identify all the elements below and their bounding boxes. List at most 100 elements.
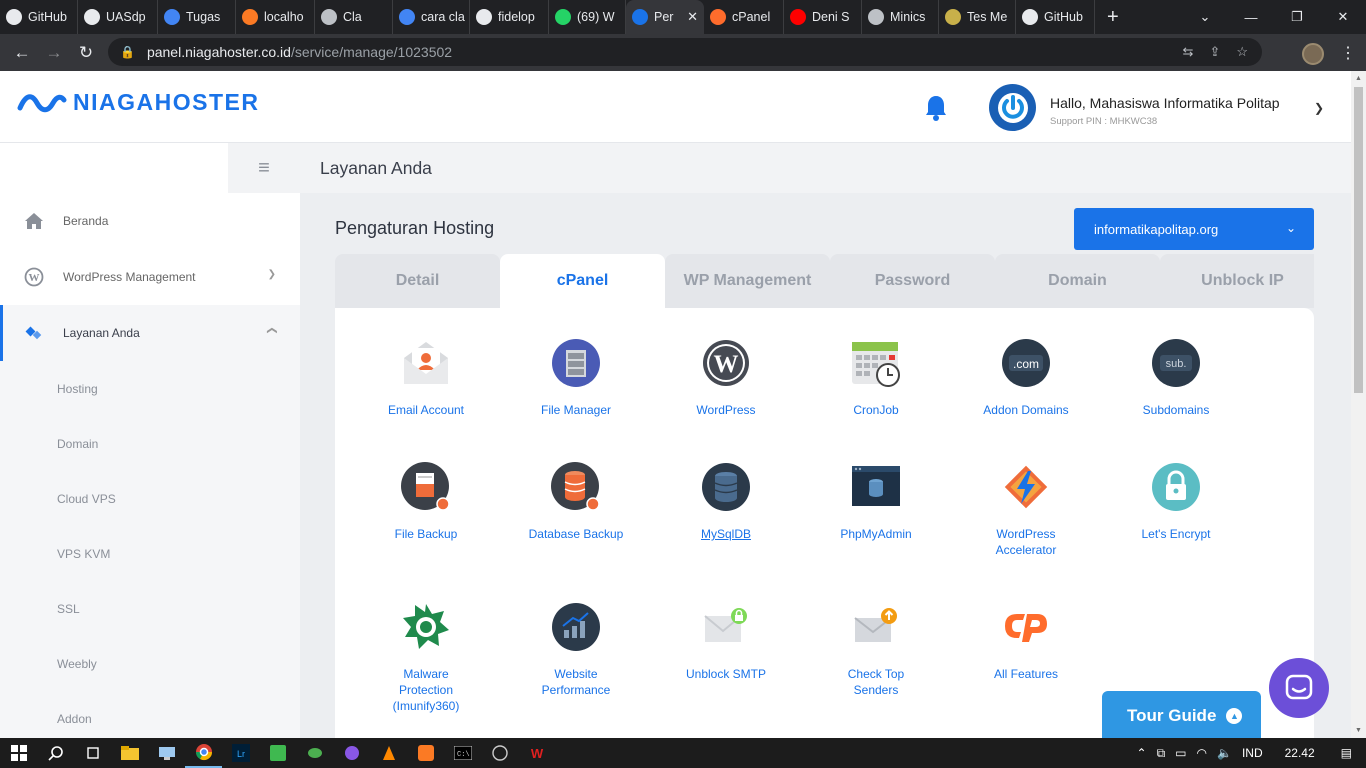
- sidebar-subitem-ssl[interactable]: SSL: [0, 581, 300, 636]
- browser-tab[interactable]: Per ✕: [626, 0, 704, 34]
- tab-search-icon[interactable]: ⌄: [1182, 0, 1228, 34]
- show-hidden-icons-icon[interactable]: ⌃: [1137, 746, 1147, 760]
- feature-label: WordPress Accelerator: [995, 527, 1057, 557]
- search-icon[interactable]: [37, 738, 74, 768]
- chevron-down-icon: ⌄: [1285, 221, 1296, 235]
- profile-avatar[interactable]: [1302, 43, 1324, 65]
- browser-tab[interactable]: fidelop: [470, 0, 549, 34]
- user-avatar[interactable]: [989, 84, 1036, 131]
- feature-let-s-encrypt[interactable]: Let's Encrypt: [1101, 462, 1251, 542]
- sidebar-subitem-weebly[interactable]: Weebly: [0, 636, 300, 691]
- niagahoster-logo[interactable]: NIAGAHOSTER: [17, 89, 259, 116]
- close-window-button[interactable]: ✕: [1320, 0, 1366, 34]
- scrollbar-thumb[interactable]: [1354, 87, 1363, 393]
- browser-tab[interactable]: Deni S: [784, 0, 862, 34]
- browser-globe-icon[interactable]: [481, 738, 518, 768]
- reload-button[interactable]: ↻: [70, 43, 102, 63]
- forward-button[interactable]: →: [38, 43, 70, 63]
- browser-tab[interactable]: (69) W: [549, 0, 626, 34]
- bookmark-star-icon[interactable]: ☆: [1236, 44, 1248, 60]
- browser-menu-icon[interactable]: ⋮: [1340, 43, 1356, 63]
- whatsapp-icon: [555, 9, 571, 25]
- feature-website-performance[interactable]: Website Performance: [501, 602, 651, 698]
- browser-tab[interactable]: Tugas: [158, 0, 236, 34]
- sidebar-subitem-domain[interactable]: Domain: [0, 416, 300, 471]
- file-explorer-icon[interactable]: [111, 738, 148, 768]
- computer-icon[interactable]: [148, 738, 185, 768]
- battery-icon[interactable]: ▭: [1175, 746, 1186, 760]
- translate-icon[interactable]: ⇆: [1183, 44, 1194, 60]
- close-tab-icon[interactable]: ✕: [681, 9, 698, 25]
- feature-subdomains[interactable]: sub. Subdomains: [1101, 338, 1251, 418]
- feature-check-top-senders[interactable]: Check Top Senders: [801, 602, 951, 698]
- sidebar-item-layanan-anda[interactable]: Layanan Anda ❯: [0, 305, 300, 361]
- chat-widget-button[interactable]: [1269, 658, 1329, 718]
- clock[interactable]: 22.42: [1285, 746, 1315, 760]
- browser-tab[interactable]: GitHub: [0, 0, 78, 34]
- feature-file-manager[interactable]: File Manager: [501, 338, 651, 418]
- sidebar-item-beranda[interactable]: Beranda: [0, 193, 300, 249]
- feature-email-account[interactable]: Email Account: [351, 338, 501, 418]
- wifi-icon[interactable]: ◠: [1197, 746, 1207, 760]
- task-view-icon[interactable]: [74, 738, 111, 768]
- app-icon[interactable]: [296, 738, 333, 768]
- terminal-icon[interactable]: C:\: [444, 738, 481, 768]
- feature-all-features[interactable]: All Features: [951, 602, 1101, 682]
- sidebar-subitem-addon[interactable]: Addon: [0, 691, 300, 738]
- sidebar-subitem-vps-kvm[interactable]: VPS KVM: [0, 526, 300, 581]
- feature-mysqldb[interactable]: MySqlDB: [651, 462, 801, 542]
- feature-wordpress[interactable]: W WordPress: [651, 338, 801, 418]
- address-bar[interactable]: 🔒 panel.niagahoster.co.id/service/manage…: [108, 38, 1262, 66]
- browser-tab[interactable]: GitHub: [1016, 0, 1095, 34]
- browser-tab[interactable]: Minics: [862, 0, 939, 34]
- meet-now-icon[interactable]: ⧉: [1157, 746, 1166, 761]
- sidebar-subitem-hosting[interactable]: Hosting: [0, 361, 300, 416]
- minimize-button[interactable]: —: [1228, 0, 1274, 34]
- browser-tab[interactable]: Cla: [315, 0, 393, 34]
- tour-guide-button[interactable]: Tour Guide ▲: [1102, 691, 1261, 738]
- back-button[interactable]: ←: [6, 43, 38, 63]
- sidebar-item-wordpress-management[interactable]: W WordPress Management ❯: [0, 249, 300, 305]
- feature-malware-protection-imunify360[interactable]: Malware Protection (Imunify360): [351, 602, 501, 714]
- tab-unblock-ip[interactable]: Unblock IP: [1160, 254, 1314, 308]
- github-desktop-icon[interactable]: [333, 738, 370, 768]
- scroll-up-icon[interactable]: ▲: [1355, 75, 1362, 82]
- sidebar-subitem-cloud-vps[interactable]: Cloud VPS: [0, 471, 300, 526]
- feature-addon-domains[interactable]: .com Addon Domains: [951, 338, 1101, 418]
- tab-domain[interactable]: Domain: [995, 254, 1160, 308]
- notification-bell-icon[interactable]: [924, 93, 948, 126]
- browser-tab[interactable]: cara cla: [393, 0, 470, 34]
- browser-tab[interactable]: localho: [236, 0, 315, 34]
- volume-icon[interactable]: 🔈: [1217, 746, 1232, 760]
- browser-tab[interactable]: cPanel: [704, 0, 784, 34]
- notification-center-icon[interactable]: ▤: [1341, 746, 1352, 760]
- tab-detail[interactable]: Detail: [335, 254, 500, 308]
- notepad-plus-icon[interactable]: [259, 738, 296, 768]
- vlc-icon[interactable]: [370, 738, 407, 768]
- feature-database-backup[interactable]: Database Backup: [501, 462, 651, 542]
- tab-cpanel[interactable]: cPanel: [500, 254, 665, 308]
- feature-unblock-smtp[interactable]: Unblock SMTP: [651, 602, 801, 682]
- feature-phpmyadmin[interactable]: PhpMyAdmin: [801, 462, 951, 542]
- new-tab-button[interactable]: +: [1095, 6, 1131, 29]
- feature-wordpress-accelerator[interactable]: WordPress Accelerator: [951, 462, 1101, 558]
- windows-start-icon[interactable]: [0, 738, 37, 768]
- browser-tab[interactable]: Tes Me: [939, 0, 1016, 34]
- page-scrollbar[interactable]: ▲ ▼: [1351, 71, 1366, 738]
- scroll-down-icon[interactable]: ▼: [1355, 727, 1362, 734]
- feature-file-backup[interactable]: File Backup: [351, 462, 501, 542]
- browser-tab[interactable]: UASdp: [78, 0, 158, 34]
- chrome-icon[interactable]: [185, 738, 222, 768]
- tab-wp-management[interactable]: WP Management: [665, 254, 830, 308]
- tab-password[interactable]: Password: [830, 254, 995, 308]
- xampp-icon[interactable]: [407, 738, 444, 768]
- wps-office-icon[interactable]: W: [518, 738, 555, 768]
- language-indicator[interactable]: IND: [1242, 746, 1263, 760]
- hamburger-menu-icon[interactable]: ≡: [228, 143, 300, 193]
- feature-cronjob[interactable]: CronJob: [801, 338, 951, 418]
- restore-button[interactable]: ❐: [1274, 0, 1320, 34]
- chevron-down-icon[interactable]: ❯: [1314, 101, 1324, 115]
- domain-select[interactable]: informatikapolitap.org ⌄: [1074, 208, 1314, 250]
- share-icon[interactable]: ⇪: [1209, 44, 1220, 60]
- lightroom-icon[interactable]: Lr: [222, 738, 259, 768]
